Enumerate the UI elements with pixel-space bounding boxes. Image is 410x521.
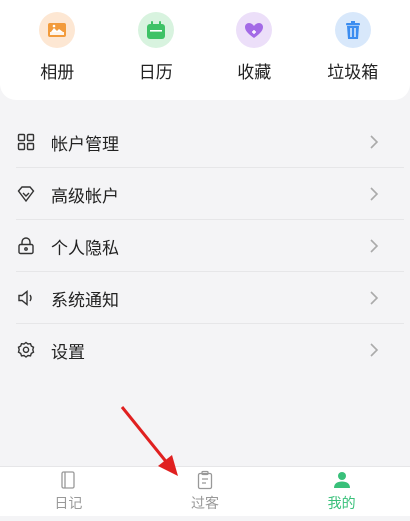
diary-book-icon (61, 471, 75, 489)
chevron-right-icon (370, 239, 379, 253)
menu-item-premium-account[interactable]: 高级帐户 (0, 168, 410, 220)
lock-icon (16, 236, 36, 256)
tab-me[interactable]: 我的 (273, 467, 410, 516)
quick-item-label: 日历 (138, 63, 173, 83)
favorite-heart-icon (236, 12, 273, 48)
chevron-right-icon (370, 343, 379, 357)
photo-album-icon (39, 12, 76, 48)
grid-icon (16, 132, 36, 152)
menu-item-label: 个人隐私 (51, 238, 119, 259)
trash-bin-icon (334, 12, 371, 48)
quick-item-calendar[interactable]: 日历 (111, 12, 201, 83)
calendar-icon (137, 12, 174, 48)
bottom-tab-bar: 日记 过客 我的 (0, 466, 410, 516)
menu-item-account-management[interactable]: 帐户管理 (0, 116, 410, 168)
quick-item-label: 收藏 (237, 63, 272, 83)
settings-menu: 帐户管理 高级帐户 个人隐私 系统通知 设置 (0, 116, 410, 376)
quick-item-label: 相册 (40, 63, 75, 83)
tab-visitors[interactable]: 过客 (137, 467, 274, 516)
speaker-icon (16, 288, 36, 308)
tab-label: 过客 (191, 496, 219, 512)
user-profile-icon (333, 472, 350, 488)
menu-item-privacy[interactable]: 个人隐私 (0, 220, 410, 272)
chevron-right-icon (370, 291, 379, 305)
menu-item-label: 高级帐户 (51, 186, 119, 207)
home-indicator-strip (0, 516, 410, 521)
menu-item-settings[interactable]: 设置 (0, 324, 410, 376)
chevron-right-icon (370, 187, 379, 201)
clipboard-icon (197, 470, 213, 490)
diamond-icon (16, 184, 36, 204)
quick-access-card: 相册 日历 收藏 垃圾箱 (0, 0, 410, 100)
gear-icon (16, 340, 36, 360)
tab-label: 日记 (54, 496, 83, 512)
quick-item-album[interactable]: 相册 (12, 12, 102, 83)
quick-item-trash[interactable]: 垃圾箱 (308, 12, 398, 83)
menu-item-label: 系统通知 (51, 290, 119, 311)
quick-item-label: 垃圾箱 (327, 63, 379, 83)
menu-item-system-notifications[interactable]: 系统通知 (0, 272, 410, 324)
chevron-right-icon (370, 135, 379, 149)
menu-item-label: 帐户管理 (51, 134, 119, 155)
tab-diary[interactable]: 日记 (0, 467, 137, 516)
menu-item-label: 设置 (51, 342, 85, 363)
quick-item-favorites[interactable]: 收藏 (209, 12, 299, 83)
tab-label: 我的 (327, 496, 356, 512)
